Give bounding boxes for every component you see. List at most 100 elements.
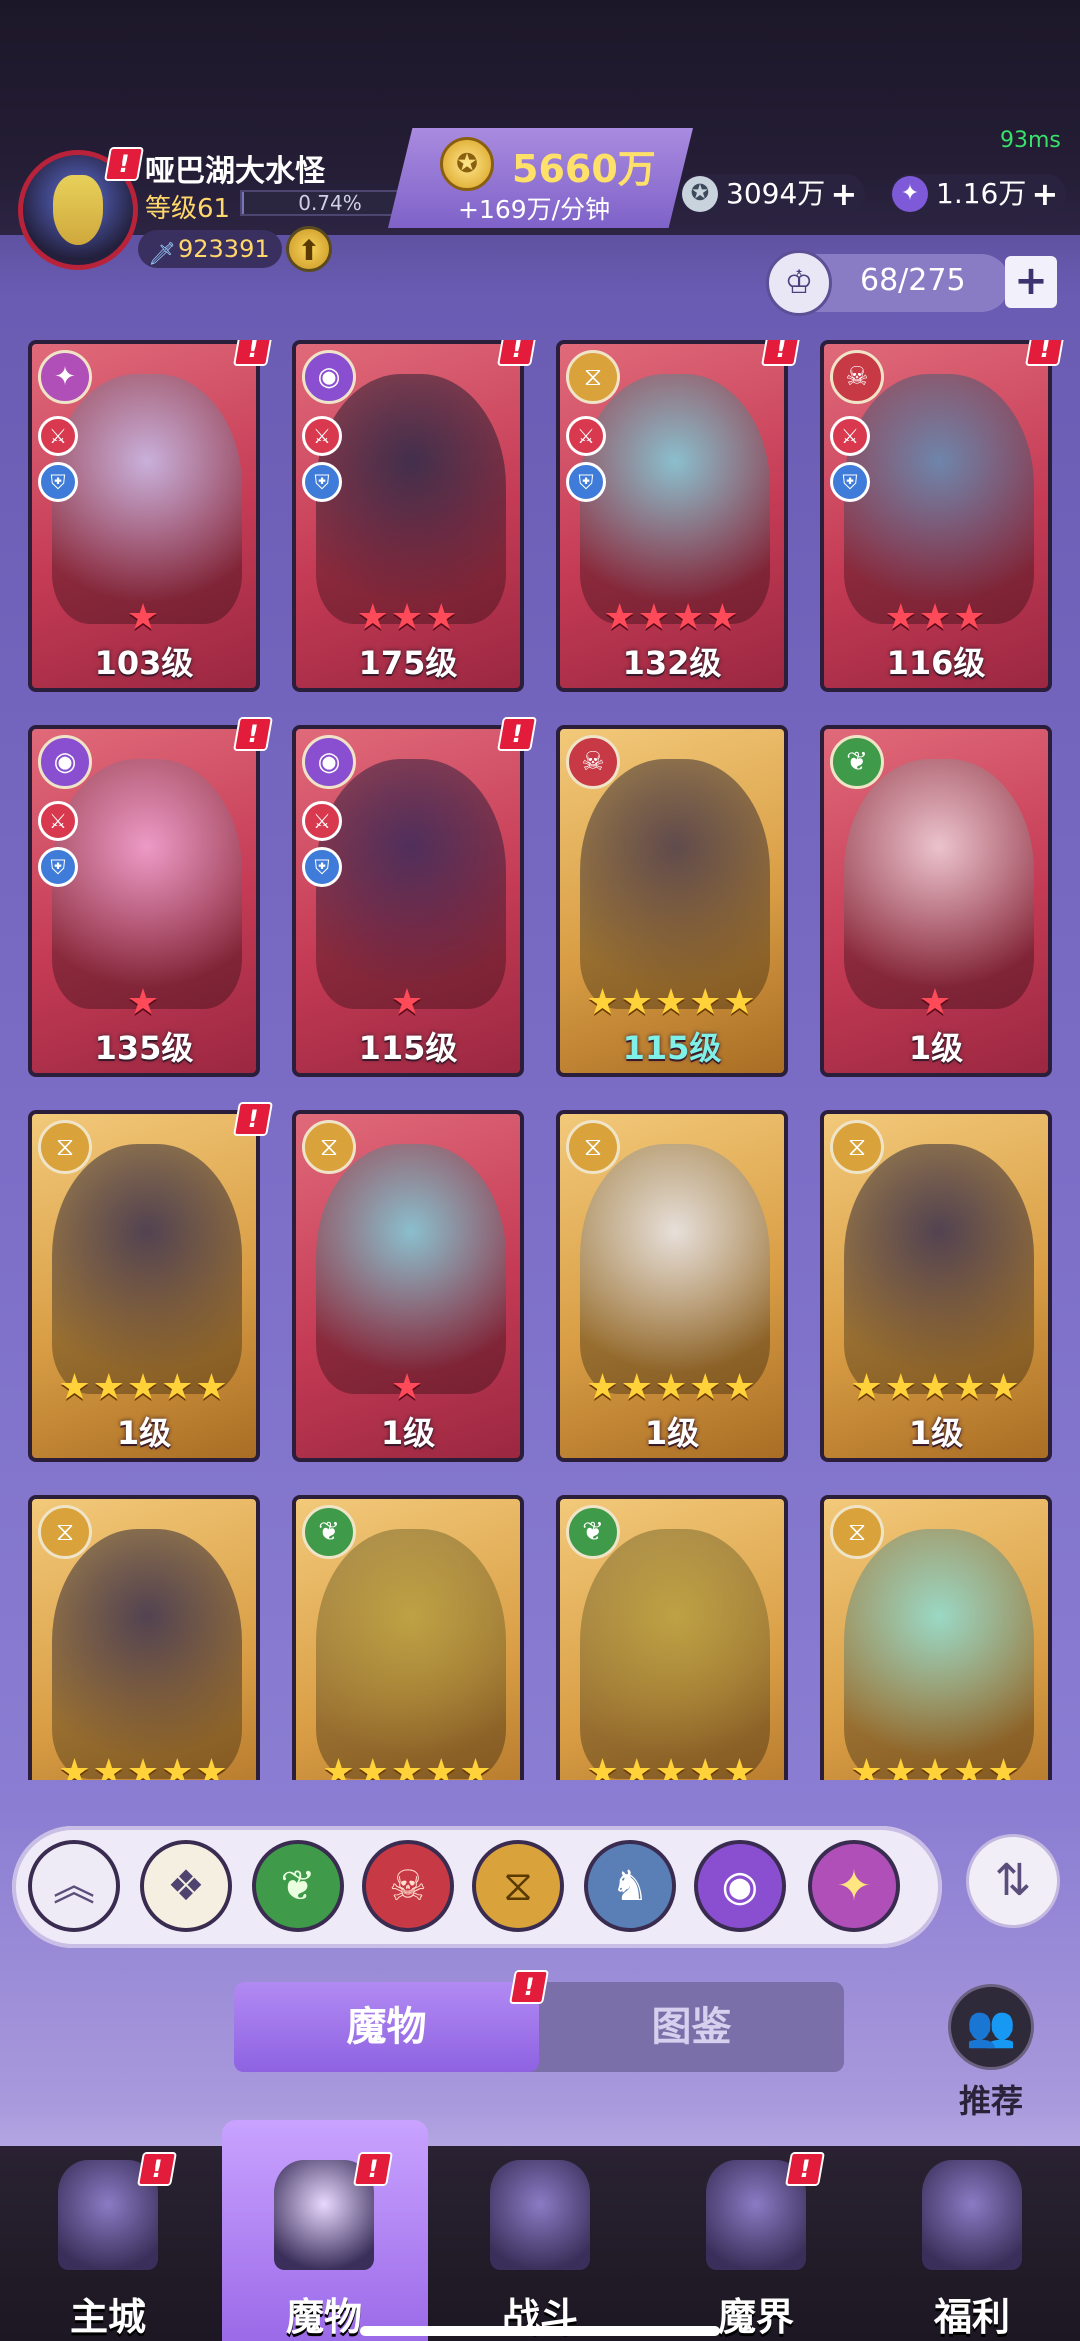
monster-card[interactable]: ☠ ★★★★★ 115级: [556, 725, 788, 1077]
sword-shield-icon: [490, 2160, 590, 2270]
monster-portrait: [580, 759, 770, 1009]
star-rating: ★: [126, 982, 162, 1023]
all-icon[interactable]: ❖: [140, 1840, 232, 1932]
monster-portrait: [316, 1144, 506, 1394]
monster-card[interactable]: ✦ ⚔ ⛨ ★ 103级: [28, 340, 260, 692]
monster-card[interactable]: ⧖ ★★★★★ 1级: [820, 1110, 1052, 1462]
card-alert-icon: !: [233, 1102, 273, 1136]
element-badge-icon: ◉: [38, 735, 92, 789]
element-badge-icon: ◉: [302, 735, 356, 789]
silver-amount: 3094万: [726, 177, 826, 210]
monster-level: 132级: [622, 644, 722, 682]
eye-icon[interactable]: ◉: [694, 1840, 786, 1932]
element-badge-icon: ⧖: [566, 1120, 620, 1174]
element-badge-icon: ⧖: [302, 1120, 356, 1174]
player-level: 等级61: [145, 194, 231, 224]
card-alert-icon: !: [761, 340, 801, 366]
player-avatar[interactable]: !: [18, 147, 144, 270]
monster-portrait: [316, 759, 506, 1009]
attack-slot-icon: ⚔: [38, 801, 78, 841]
nav-item-2[interactable]: 战斗: [432, 2146, 648, 2341]
nav-item-4[interactable]: 福利: [864, 2146, 1080, 2341]
card-alert-icon: !: [233, 717, 273, 751]
upgrade-arrow-button[interactable]: ⬆: [286, 226, 332, 272]
monster-level: 116级: [886, 644, 986, 682]
dragon-icon[interactable]: ♞: [584, 1840, 676, 1932]
gold-rate: +169万/分钟: [458, 195, 611, 224]
monster-card[interactable]: ◉ ⚔ ⛨ ★ 115级: [292, 725, 524, 1077]
defense-slot-icon: ⛨: [830, 462, 870, 502]
monster-card[interactable]: ❦ ★★★★★: [292, 1495, 524, 1780]
element-badge-icon: ☠: [830, 350, 884, 404]
monster-card[interactable]: ❦ ★ 1级: [820, 725, 1052, 1077]
add-silver-icon[interactable]: +: [830, 174, 857, 214]
sort-button[interactable]: ⇅: [966, 1834, 1060, 1928]
monster-card[interactable]: ❦ ★★★★★: [556, 1495, 788, 1780]
element-badge-icon: ⧖: [38, 1505, 92, 1559]
tab-monsters[interactable]: 魔物: [234, 1982, 539, 2072]
monster-portrait: [316, 374, 506, 624]
monster-portrait: [52, 374, 242, 624]
monster-portrait: [580, 374, 770, 624]
combat-power[interactable]: 🗡 923391: [138, 230, 282, 268]
combat-power-value: 923391: [178, 235, 270, 263]
monster-card[interactable]: ◉ ⚔ ⛨ ★★★ 175级: [292, 340, 524, 692]
monster-card[interactable]: ⧖ ★★★★★ 1级: [556, 1110, 788, 1462]
defense-slot-icon: ⛨: [38, 462, 78, 502]
monster-portrait: [316, 1529, 506, 1779]
nav-item-1[interactable]: 魔物!: [216, 2146, 432, 2341]
card-alert-icon: !: [1025, 340, 1065, 366]
nav-item-3[interactable]: 魔界!: [648, 2146, 864, 2341]
nav-item-0[interactable]: 主城!: [0, 2146, 216, 2341]
element-badge-icon: ⧖: [830, 1505, 884, 1559]
defense-slot-icon: ⛨: [566, 462, 606, 502]
star-rating: ★★★★★: [322, 1752, 494, 1780]
star-rating: ★★★★★: [586, 982, 758, 1023]
monster-portrait: [844, 1529, 1034, 1779]
monster-card[interactable]: ⧖ ★ 1级: [292, 1110, 524, 1462]
star-rating: ★★★★★: [586, 1752, 758, 1780]
defense-slot-icon: ⛨: [302, 847, 342, 887]
capacity-count: 68/275: [860, 263, 966, 298]
attack-slot-icon: ⚔: [830, 416, 870, 456]
demon-icon[interactable]: ☠: [362, 1840, 454, 1932]
monster-card[interactable]: ◉ ⚔ ⛨ ★ 135级: [28, 725, 260, 1077]
monster-card[interactable]: ⧖ ⚔ ⛨ ★★★★ 132级: [556, 340, 788, 692]
tab-codex[interactable]: 图鉴: [539, 1982, 844, 2072]
attack-slot-icon: ⚔: [566, 416, 606, 456]
star-rating: ★★★: [356, 597, 460, 638]
monster-level: 115级: [622, 1029, 722, 1067]
element-badge-icon: ⧖: [38, 1120, 92, 1174]
monster-portrait: [52, 759, 242, 1009]
gem-resource[interactable]: ✦ 1.16万 +: [890, 174, 1067, 214]
collapse-icon[interactable]: ︽: [28, 1840, 120, 1932]
recommend-button[interactable]: 👥: [948, 1984, 1034, 2070]
element-badge-icon: ❦: [566, 1505, 620, 1559]
nature-icon[interactable]: ❦: [252, 1840, 344, 1932]
monster-level: 103级: [94, 644, 194, 682]
chaos-icon[interactable]: ✦: [808, 1840, 900, 1932]
time-icon[interactable]: ⧖: [472, 1840, 564, 1932]
sword-icon: 🗡: [148, 242, 176, 267]
star-rating: ★★★★★: [58, 1752, 230, 1780]
star-rating: ★: [390, 982, 426, 1023]
home-indicator: [360, 2326, 720, 2336]
monster-card[interactable]: ⧖ ★★★★★: [820, 1495, 1052, 1780]
star-rating: ★★★★★: [850, 1367, 1022, 1408]
monster-level: 1级: [908, 1029, 964, 1067]
monster-bag-icon: ♔: [766, 250, 832, 316]
monster-portrait: [52, 1529, 242, 1779]
add-gem-icon[interactable]: +: [1032, 174, 1059, 214]
monster-card[interactable]: ⧖ ★★★★★: [28, 1495, 260, 1780]
nav-label: 福利: [933, 2295, 1010, 2339]
monster-card[interactable]: ☠ ⚔ ⛨ ★★★ 116级: [820, 340, 1052, 692]
monster-portrait: [844, 374, 1034, 624]
star-rating: ★: [918, 982, 954, 1023]
element-badge-icon: ⧖: [566, 350, 620, 404]
monster-level: 1级: [644, 1414, 700, 1452]
gold-coin-icon: ✪: [440, 137, 494, 191]
monster-card[interactable]: ⧖ ★★★★★ 1级: [28, 1110, 260, 1462]
expand-capacity-button[interactable]: +: [1005, 256, 1057, 308]
chest-icon: [922, 2160, 1022, 2270]
silver-resource[interactable]: ✪ 3094万 +: [680, 174, 866, 214]
